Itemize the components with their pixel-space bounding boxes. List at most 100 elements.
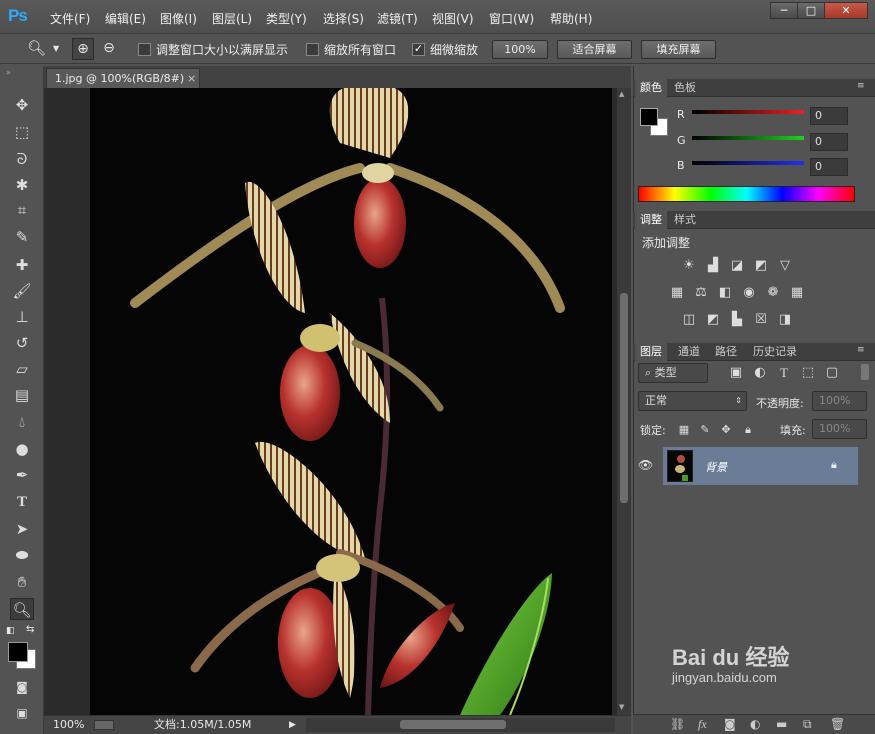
lock-position-icon[interactable]: ✥: [718, 423, 734, 437]
lasso-tool-icon[interactable]: ᘐ: [10, 148, 34, 170]
foreground-color-swatch[interactable]: [8, 642, 28, 662]
layers-panel-menu-icon[interactable]: ≡: [857, 345, 865, 355]
fit-screen-button[interactable]: 适合屏幕: [557, 40, 632, 59]
link-layers-icon[interactable]: ⛓: [670, 717, 685, 731]
horizontal-scrollbar[interactable]: [306, 718, 615, 732]
blur-tool-icon[interactable]: 💧︎: [10, 411, 34, 433]
curves-icon[interactable]: ◪: [729, 259, 745, 273]
screen-mode-icon[interactable]: ▣: [10, 702, 34, 724]
color-lookup-icon[interactable]: ▦: [789, 286, 805, 300]
marquee-tool-icon[interactable]: ⬚: [10, 121, 34, 143]
filter-adjustment-icon[interactable]: ◐: [752, 366, 768, 380]
brush-tool-icon[interactable]: 🖌︎: [10, 280, 34, 302]
lock-transparent-icon[interactable]: ▦: [676, 423, 692, 437]
close-document-icon[interactable]: ×: [187, 69, 196, 88]
color-spectrum[interactable]: [638, 186, 855, 202]
menu-edit[interactable]: 编辑(E): [105, 10, 146, 27]
photo-filter-icon[interactable]: ◉: [741, 286, 757, 300]
zoom-all-checkbox[interactable]: [306, 42, 319, 56]
menu-help[interactable]: 帮助(H): [550, 10, 592, 27]
layer-style-icon[interactable]: fx: [698, 717, 707, 732]
scroll-down-icon[interactable]: ▼: [619, 703, 624, 711]
brightness-icon[interactable]: ☀: [681, 259, 697, 273]
actual-pixels-button[interactable]: 100%: [492, 40, 548, 59]
magic-wand-tool-icon[interactable]: ✱: [10, 174, 34, 196]
status-menu-arrow-icon[interactable]: ▶: [289, 716, 296, 734]
tab-layers[interactable]: 图层: [635, 343, 667, 361]
threshold-icon[interactable]: ▙: [729, 313, 745, 327]
channel-r-input[interactable]: 0: [810, 107, 848, 125]
channel-r-slider[interactable]: [692, 110, 804, 114]
tab-adjustments[interactable]: 调整: [635, 211, 667, 229]
channel-b-input[interactable]: 0: [810, 158, 848, 176]
invert-icon[interactable]: ◫: [681, 313, 697, 327]
maximize-button[interactable]: □: [797, 2, 825, 19]
menu-view[interactable]: 视图(V): [432, 10, 474, 27]
new-adjustment-layer-icon[interactable]: ◐: [750, 717, 760, 731]
menu-file[interactable]: 文件(F): [50, 10, 90, 27]
close-button[interactable]: ✕: [824, 2, 868, 19]
tab-channels[interactable]: 通道: [673, 343, 705, 361]
lock-image-icon[interactable]: ✎: [697, 423, 713, 437]
delete-layer-icon[interactable]: 🗑︎: [830, 717, 845, 731]
zoom-out-icon[interactable]: ⊖: [98, 38, 120, 60]
color-fg-swatch[interactable]: [640, 108, 658, 126]
swap-colors-icon[interactable]: ⇆: [26, 624, 34, 635]
eyedropper-tool-icon[interactable]: ✎: [10, 226, 34, 248]
filter-toggle[interactable]: [861, 364, 869, 380]
filter-type-icon[interactable]: T: [776, 366, 792, 380]
layer-row-background[interactable]: 背景 🔒︎: [663, 447, 858, 485]
dodge-tool-icon[interactable]: ●: [10, 438, 34, 460]
selective-color-icon[interactable]: ◨: [777, 313, 793, 327]
opacity-input[interactable]: 100%: [812, 391, 867, 411]
document-tab[interactable]: 1.jpg @ 100%(RGB/8#) ×: [46, 68, 200, 88]
healing-brush-tool-icon[interactable]: ✚: [10, 254, 34, 276]
levels-icon[interactable]: ▟: [705, 259, 721, 273]
filter-shape-icon[interactable]: ⬚: [800, 366, 816, 380]
scroll-up-icon[interactable]: ▲: [619, 90, 624, 98]
gradient-map-icon[interactable]: ☒: [753, 313, 769, 327]
pen-tool-icon[interactable]: ✒: [10, 464, 34, 486]
scrubby-zoom-checkbox[interactable]: ✓: [412, 42, 425, 56]
clone-stamp-tool-icon[interactable]: ⊥: [10, 306, 34, 328]
filter-smart-icon[interactable]: ▢: [824, 366, 840, 380]
layer-kind-filter[interactable]: ⌕ 类型: [638, 363, 708, 383]
horizontal-scroll-thumb[interactable]: [400, 720, 506, 729]
menu-layer[interactable]: 图层(L): [212, 10, 252, 27]
type-tool-icon[interactable]: T: [10, 491, 34, 513]
zoom-tool-icon[interactable]: 🔍︎: [27, 39, 46, 57]
menu-type[interactable]: 类型(Y): [266, 10, 307, 27]
hand-tool-icon[interactable]: ✋︎: [10, 571, 34, 593]
color-balance-icon[interactable]: ⚖: [693, 286, 709, 300]
exposure-icon[interactable]: ◩: [753, 259, 769, 273]
lock-all-icon[interactable]: 🔒︎: [740, 423, 756, 437]
default-colors-icon[interactable]: ◧: [6, 626, 15, 636]
filter-pixel-icon[interactable]: ▣: [728, 366, 744, 380]
zoom-level[interactable]: 100%: [53, 716, 84, 734]
tab-color[interactable]: 颜色: [635, 79, 667, 97]
vibrance-icon[interactable]: ▽: [777, 259, 793, 273]
channel-g-input[interactable]: 0: [810, 133, 848, 151]
zoom-tool-active-icon[interactable]: 🔍︎: [10, 598, 34, 620]
eraser-tool-icon[interactable]: ▱: [10, 358, 34, 380]
black-white-icon[interactable]: ◧: [717, 286, 733, 300]
vertical-scrollbar[interactable]: ▲ ▼: [617, 88, 631, 715]
channel-b-slider[interactable]: [692, 161, 804, 165]
add-mask-icon[interactable]: ◙: [724, 717, 736, 731]
resize-windows-checkbox[interactable]: [138, 42, 151, 56]
posterize-icon[interactable]: ◩: [705, 313, 721, 327]
layer-visibility-eye-icon[interactable]: 👁︎: [638, 458, 653, 472]
menu-image[interactable]: 图像(I): [160, 10, 197, 27]
tab-paths[interactable]: 路径: [710, 343, 742, 361]
fill-input[interactable]: 100%: [812, 419, 867, 439]
crop-tool-icon[interactable]: ⌗: [10, 199, 34, 221]
menu-select[interactable]: 选择(S): [323, 10, 364, 27]
channel-mixer-icon[interactable]: ❁: [765, 286, 781, 300]
new-group-icon[interactable]: ▬: [776, 717, 787, 731]
gradient-tool-icon[interactable]: ▤: [10, 384, 34, 406]
tool-preset-dropdown-icon[interactable]: ▼: [53, 44, 59, 53]
tab-swatches[interactable]: 色板: [669, 79, 701, 97]
history-brush-tool-icon[interactable]: ↺: [10, 332, 34, 354]
tab-styles[interactable]: 样式: [669, 211, 701, 229]
zoom-in-icon[interactable]: ⊕: [72, 38, 94, 60]
